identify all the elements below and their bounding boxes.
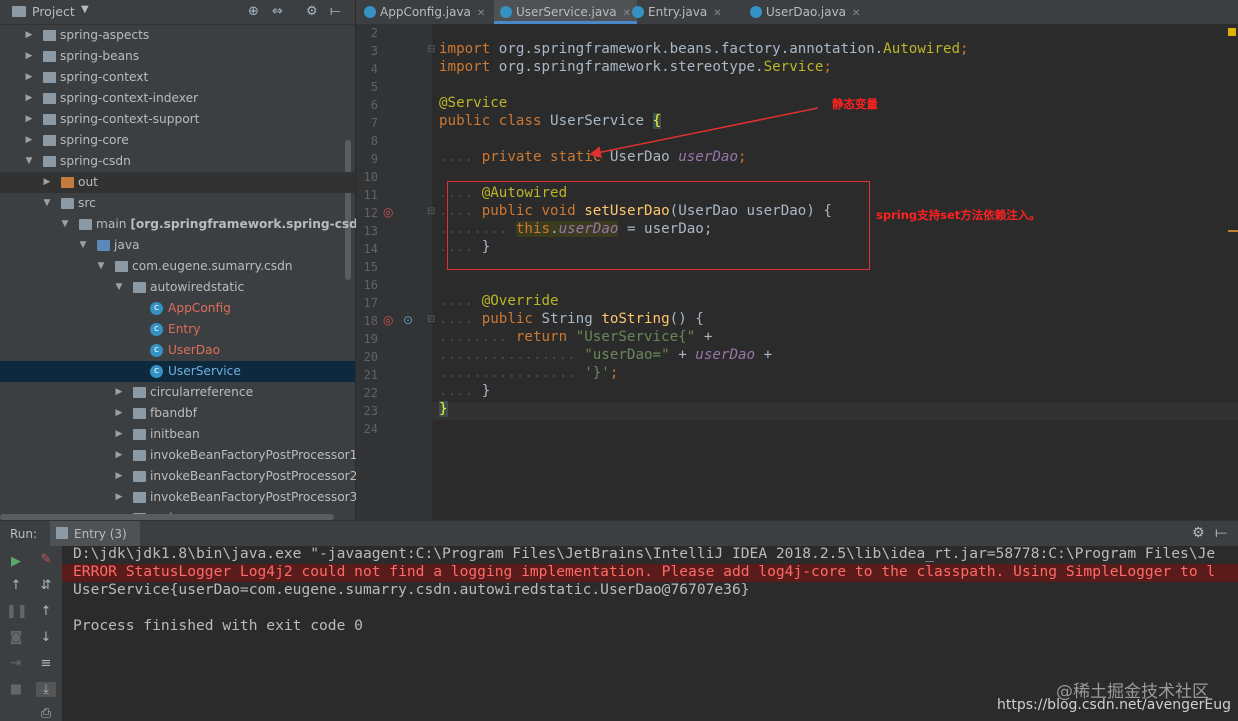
exit-icon[interactable]: ⇥ [6, 656, 26, 671]
console-error-line: ERROR StatusLogger Log4j2 could not find… [73, 563, 1216, 580]
console-line: UserService{userDao=com.eugene.sumarry.c… [73, 581, 750, 598]
arrow-to-static-field [589, 107, 819, 159]
console-line: Process finished with exit code 0 [73, 617, 363, 634]
watermark-url: https://blog.csdn.net/avengerEug [997, 697, 1231, 713]
stop-icon[interactable]: ■ [6, 682, 26, 697]
pause-icon[interactable]: ❚❚ [6, 604, 28, 619]
scroll-end-icon[interactable]: ⤓ [36, 682, 56, 697]
arrow-down-icon[interactable]: ↓ [36, 630, 56, 645]
run-tab[interactable]: Entry (3) [50, 521, 140, 547]
arrow-up-icon[interactable]: ↑ [36, 604, 56, 619]
sort-icon[interactable]: ⇵ [36, 578, 56, 593]
run-panel-header: Run: Entry (3) ⚙ ⟝ [0, 520, 1238, 547]
run-toolbar: ▶ ✎ ↑ ⇵ ❚❚ ↑ ◙ ↓ ⇥ ≡ ■ ⤓ ⎙ [0, 546, 62, 721]
run-label: Run: [10, 527, 38, 541]
camera-icon[interactable]: ◙ [6, 630, 26, 645]
rerun-icon[interactable]: ▶ [6, 554, 26, 569]
wrap-icon[interactable]: ≡ [36, 656, 56, 671]
console-icon [56, 527, 68, 539]
edit-config-icon[interactable]: ✎ [36, 552, 56, 567]
hide-icon[interactable]: ⟝ [1215, 525, 1227, 541]
run-tab-label: Entry (3) [74, 527, 127, 541]
gear-icon[interactable]: ⚙ [1192, 525, 1205, 541]
print-icon[interactable]: ⎙ [36, 706, 56, 721]
up-icon[interactable]: ↑ [6, 578, 26, 593]
console-line: D:\jdk\jdk1.8\bin\java.exe "-javaagent:C… [73, 545, 1216, 562]
